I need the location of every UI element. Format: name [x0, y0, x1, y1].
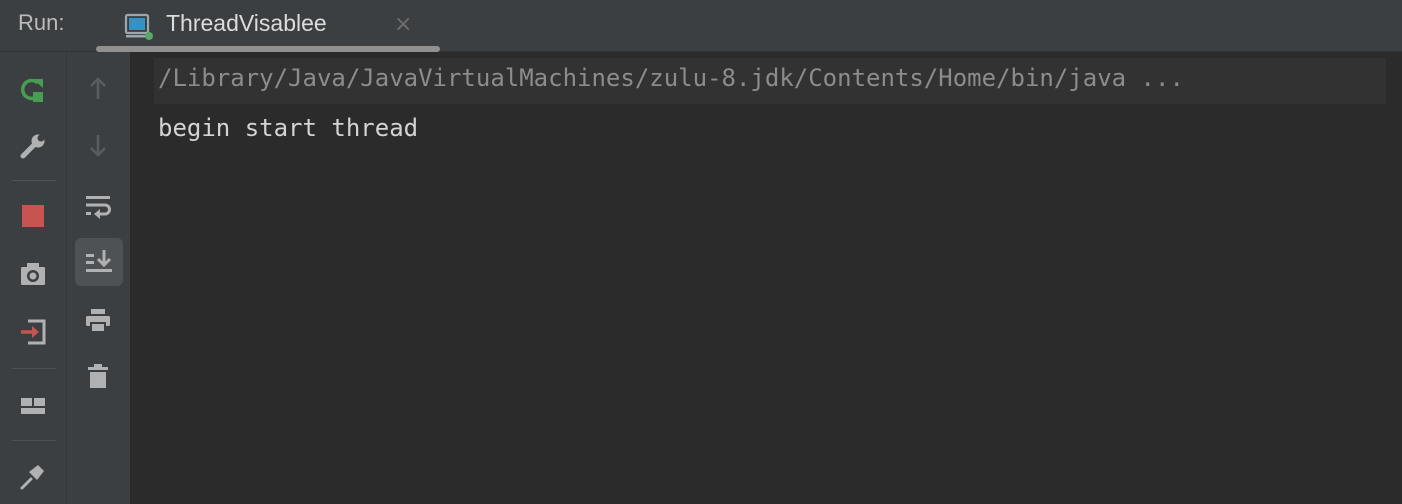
toolbar-separator	[12, 440, 56, 441]
scroll-to-end-button[interactable]	[75, 238, 123, 286]
run-label: Run:	[18, 10, 65, 35]
next-occurrence-button[interactable]	[80, 128, 116, 164]
console-toolbar	[66, 52, 130, 504]
soft-wrap-icon	[86, 196, 111, 219]
layout-button[interactable]	[15, 388, 51, 424]
command-line-text[interactable]: /Library/Java/JavaVirtualMachines/zulu-8…	[158, 64, 1184, 92]
stop-button[interactable]	[15, 198, 51, 234]
tab-title: ThreadVisablee	[166, 10, 327, 36]
pin-button[interactable]	[15, 458, 51, 494]
camera-icon	[21, 263, 45, 285]
rerun-icon	[21, 78, 43, 102]
layout-icon	[21, 398, 45, 414]
wrench-icon	[20, 134, 45, 159]
scroll-to-end-icon	[86, 250, 112, 272]
exit-icon	[21, 319, 46, 345]
print-button[interactable]	[80, 302, 116, 338]
exit-button[interactable]	[15, 314, 51, 350]
trash-icon	[88, 364, 108, 388]
clear-all-button[interactable]	[80, 358, 116, 394]
console-output[interactable]: /Library/Java/JavaVirtualMachines/zulu-8…	[130, 52, 1402, 504]
tab-threadvisablee[interactable]: ThreadVisablee ×	[96, 0, 440, 52]
console-icon	[124, 13, 153, 40]
settings-button[interactable]	[15, 128, 51, 164]
pin-icon	[20, 465, 44, 490]
soft-wrap-button[interactable]	[80, 188, 116, 224]
dump-threads-button[interactable]	[15, 256, 51, 292]
console-output-line: begin start thread	[158, 114, 419, 142]
print-icon	[86, 309, 110, 333]
rerun-button[interactable]	[15, 72, 51, 108]
previous-occurrence-button[interactable]	[80, 70, 116, 106]
arrow-down-icon	[90, 135, 106, 157]
tool-window-header: Run: ThreadVisablee ×	[0, 0, 1402, 52]
toolbar-separator	[12, 180, 56, 181]
close-icon[interactable]: ×	[394, 12, 412, 38]
toolbar-separator	[12, 368, 56, 369]
stop-icon	[22, 205, 44, 227]
arrow-up-icon	[90, 77, 106, 99]
left-toolbar	[0, 52, 66, 504]
